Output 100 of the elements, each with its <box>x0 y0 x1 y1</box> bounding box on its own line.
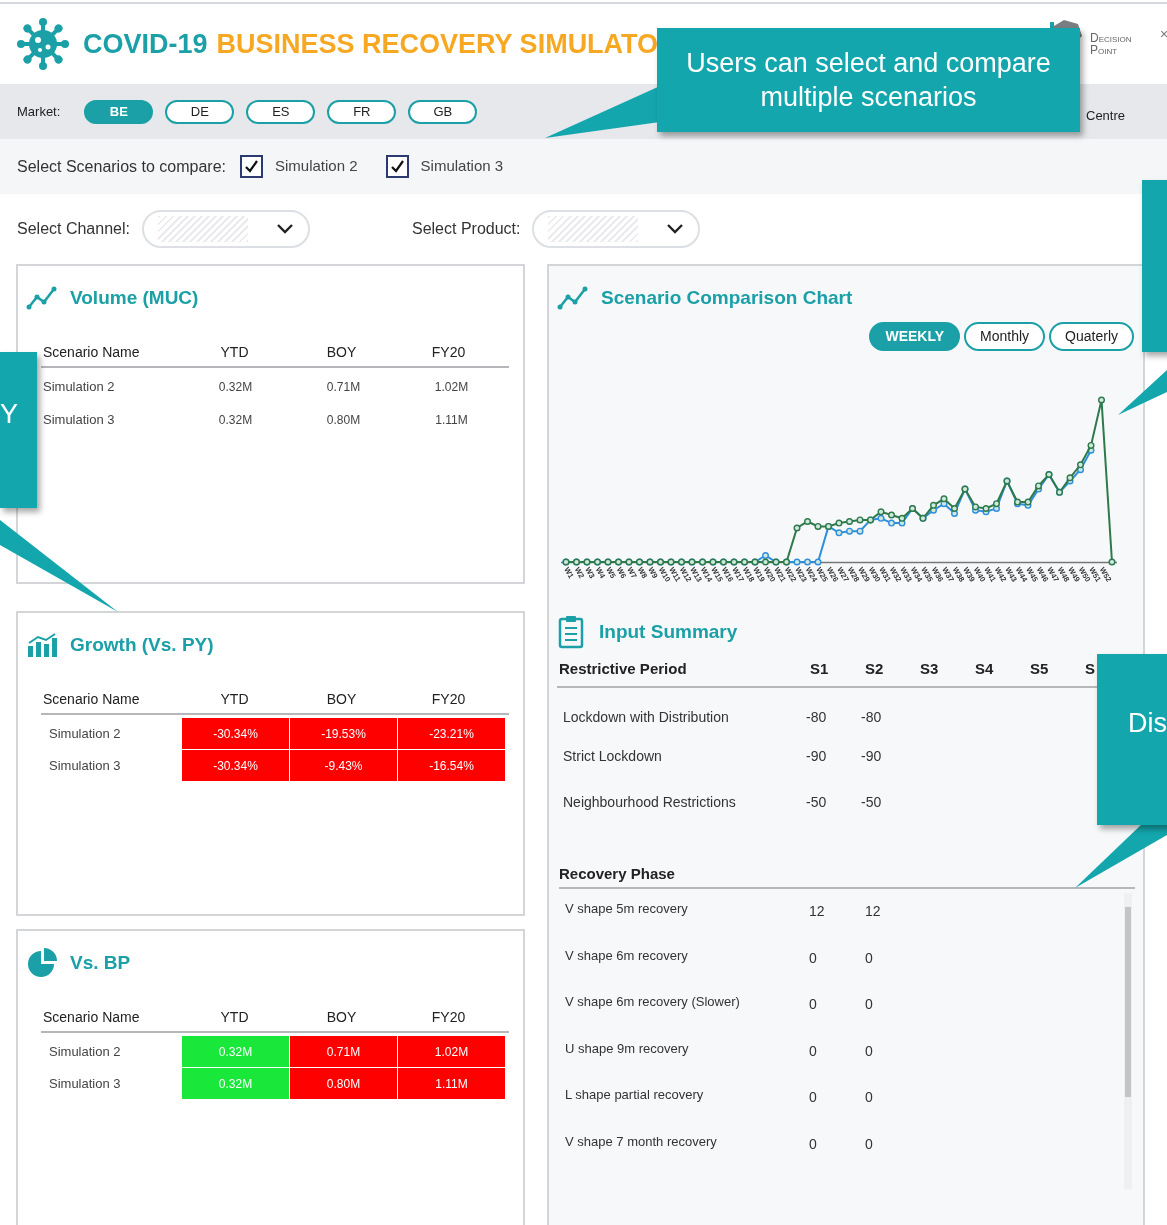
table-cell-text: 0 <box>808 995 818 1014</box>
table-cell-text: 0 <box>808 1134 818 1154</box>
column-header: Restrictive Period <box>558 658 688 679</box>
market-tab[interactable]: ES <box>246 99 316 124</box>
table-cell-text: 12 <box>808 902 826 921</box>
table-cell: -16.54% <box>398 750 505 781</box>
table-cell-text: Simulation 2 <box>48 1042 122 1061</box>
table-cell-text: 0 <box>864 1088 874 1107</box>
period-tab[interactable]: Quaterly <box>1049 322 1134 351</box>
market-tab[interactable]: FR <box>327 99 397 124</box>
table-cell-text: 0.32M <box>217 379 254 396</box>
column-header: S1 <box>809 658 830 679</box>
column-header: BOY <box>325 1008 358 1027</box>
scenarios-label: Select Scenarios to compare: <box>17 156 226 177</box>
column-header: FY20 <box>430 690 467 709</box>
table-cell-text: -80 <box>860 708 883 727</box>
app-title: BUSINESS RECOVERY SIMULATO <box>216 27 659 61</box>
check-icon <box>389 159 405 174</box>
period-tab[interactable]: Monthly <box>964 322 1046 351</box>
table-cell-text: 0.80M <box>325 412 362 429</box>
callout-pointer <box>1118 370 1167 415</box>
table-cell-text: Lockdown with Distribution <box>562 708 730 727</box>
table-cell-text: Simulation 3 <box>42 411 116 430</box>
column-header: FY20 <box>430 1008 467 1027</box>
table-cell-text: 0 <box>864 948 874 968</box>
dropdown[interactable] <box>141 210 310 248</box>
table-cell-text: V shape 7 month recovery <box>564 1132 718 1151</box>
table-cell: -30.34% <box>182 718 289 749</box>
table-cell: 1.11M <box>398 1068 505 1099</box>
table-cell-text: 0 <box>864 1041 874 1061</box>
column-header: S3 <box>919 658 940 679</box>
table-cell-text: -80 <box>805 708 828 727</box>
column-header: YTD <box>219 1008 250 1027</box>
column-header: Scenario Name <box>42 343 141 362</box>
panel-title: Volume (MUC) <box>70 285 199 310</box>
table-cell-text: U shape 9m recovery <box>564 1039 690 1058</box>
table-cell: 0.32M <box>182 1068 289 1099</box>
table-cell-text: -50 <box>805 793 828 812</box>
callout: Users can select and compare multiple scenarios <box>657 28 1080 132</box>
column-header: FY20 <box>430 343 467 362</box>
table-cell-text: Strict Lockdown <box>562 747 663 766</box>
market-tab[interactable]: GB <box>408 99 478 124</box>
market-tab[interactable]: DE <box>165 99 235 124</box>
scrollbar-thumb[interactable] <box>1125 907 1131 1097</box>
data-point <box>1108 558 1116 566</box>
table-cell-text: V shape 6m recovery (Slower) <box>564 993 741 1011</box>
table-cell-text: 1.02M <box>433 379 470 396</box>
table-cell-text: 0 <box>864 1134 874 1154</box>
table-cell: 0.80M <box>290 1068 397 1099</box>
data-point <box>856 527 864 535</box>
callout: Dis <box>1097 654 1167 825</box>
table-cell: -23.21% <box>398 718 505 749</box>
data-point <box>814 558 822 566</box>
data-point <box>804 518 811 525</box>
pie-chart-icon <box>26 947 58 979</box>
table-cell-text: 0.32M <box>217 412 254 429</box>
column-header: YTD <box>219 690 250 709</box>
callout: Y <box>0 352 37 508</box>
table-cell: 0.71M <box>290 1036 397 1067</box>
table-cell-text: V shape 6m recovery <box>564 946 689 965</box>
menu-link[interactable]: Centre <box>1086 106 1126 126</box>
logo-text: Point <box>1090 44 1119 56</box>
column-header: YTD <box>219 343 250 362</box>
line-chart-icon <box>26 285 58 311</box>
logo-text: Decision <box>1090 32 1132 44</box>
data-point <box>835 529 843 537</box>
panel-title: Input Summary <box>599 619 738 644</box>
panel-title: Vs. BP <box>70 950 131 975</box>
table-cell-text: -90 <box>860 747 883 766</box>
table-cell-text: 0 <box>808 1088 818 1107</box>
data-point <box>846 518 853 525</box>
table-cell-text: 0.71M <box>325 379 362 396</box>
scrollbar[interactable] <box>1124 893 1132 1189</box>
filter-label: Select Product: <box>411 219 521 239</box>
data-point <box>804 558 811 566</box>
table-cell: 1.02M <box>398 1036 505 1067</box>
table-cell-text: 0 <box>864 995 874 1014</box>
checkbox-label: Simulation 2 <box>275 156 358 177</box>
checkbox[interactable] <box>240 155 263 178</box>
panel-title: Scenario Comparison Chart <box>601 285 853 310</box>
column-header: S <box>1084 658 1096 679</box>
app-title-lead: COVID-19 <box>83 27 208 61</box>
table-cell-text: 12 <box>864 902 882 921</box>
table-cell-text: V shape 5m recovery <box>564 900 689 918</box>
column-header: BOY <box>325 690 358 709</box>
market-label: Market: <box>17 102 61 121</box>
close-button[interactable]: × <box>1160 24 1167 45</box>
chevron-down-icon <box>666 223 685 235</box>
table-cell-text: L shape partial recovery <box>564 1086 705 1104</box>
virus-icon <box>17 18 69 70</box>
dropdown[interactable] <box>532 210 701 248</box>
panel-title: Growth (Vs. PY) <box>70 632 214 657</box>
table-cell: -19.53% <box>290 718 397 749</box>
data-point <box>835 519 843 527</box>
table-cell-text: Simulation 3 <box>48 1074 122 1093</box>
bar-chart-icon <box>26 632 58 658</box>
table-cell-text: Neighbourhood Restrictions <box>562 793 737 812</box>
table-cell-text: 1.11M <box>434 412 469 429</box>
checkbox[interactable] <box>385 155 409 178</box>
table-cell: -9.43% <box>290 750 397 781</box>
